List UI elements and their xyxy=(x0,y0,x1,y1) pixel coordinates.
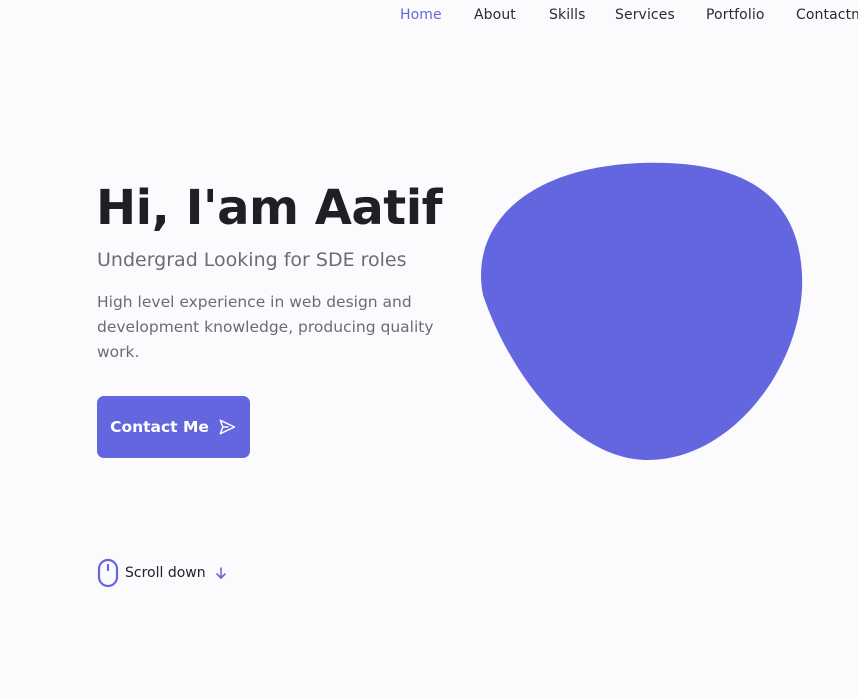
scroll-down-label: Scroll down xyxy=(125,565,206,581)
page: Home About Skills Services Portfolio Con… xyxy=(0,0,858,699)
hero-title: Hi, I'am Aatif xyxy=(96,180,443,236)
contact-me-button[interactable]: Contact Me xyxy=(97,396,250,458)
nav-link-about[interactable]: About xyxy=(474,7,516,23)
contact-button-label: Contact Me xyxy=(110,418,209,436)
profile-blob xyxy=(480,160,810,474)
blob-shape xyxy=(480,162,803,460)
nav-link-contact[interactable]: Contactm xyxy=(796,7,858,23)
hero-subtitle: Undergrad Looking for SDE roles xyxy=(97,249,407,271)
send-icon xyxy=(217,417,237,437)
scroll-down-link[interactable]: Scroll down xyxy=(97,558,228,588)
mouse-icon xyxy=(97,558,119,588)
top-nav: Home About Skills Services Portfolio Con… xyxy=(0,0,858,32)
arrow-down-icon xyxy=(214,566,228,580)
nav-link-portfolio[interactable]: Portfolio xyxy=(706,7,765,23)
nav-link-skills[interactable]: Skills xyxy=(549,7,586,23)
nav-link-home[interactable]: Home xyxy=(400,7,442,23)
hero-description: High level experience in web design and … xyxy=(97,293,434,361)
nav-link-services[interactable]: Services xyxy=(615,7,675,23)
